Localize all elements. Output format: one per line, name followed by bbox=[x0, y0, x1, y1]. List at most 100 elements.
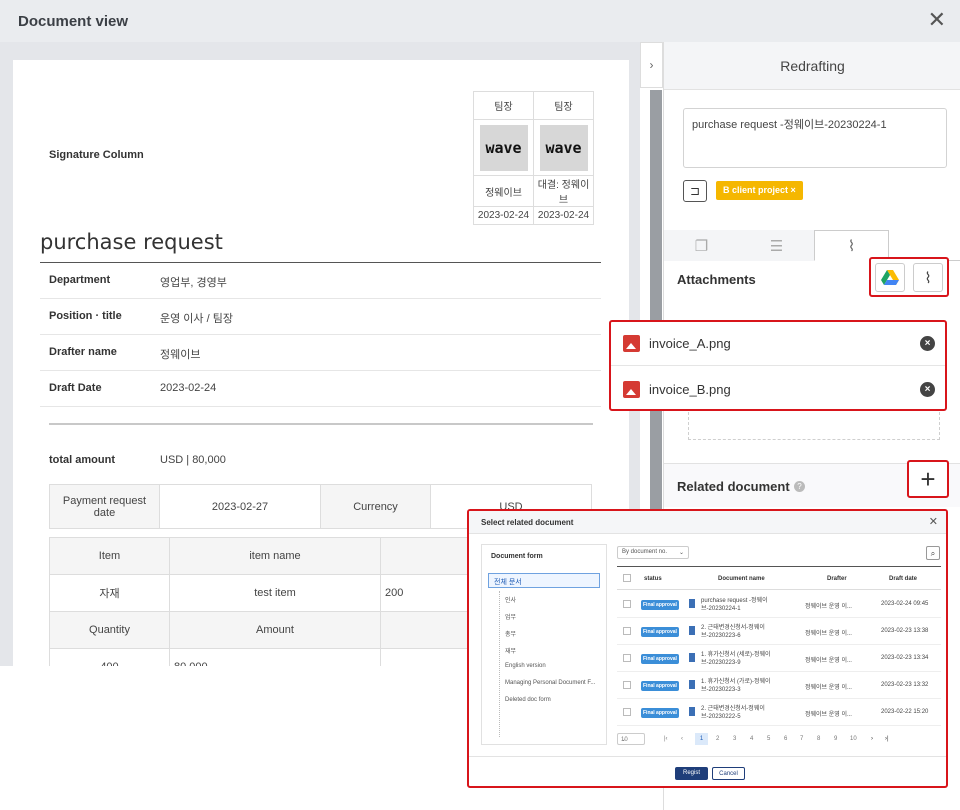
subject-input[interactable]: purchase request -정웨이브-20230224-1 bbox=[683, 108, 947, 168]
close-icon[interactable]: ✕ bbox=[929, 515, 938, 528]
page-2[interactable]: 2 bbox=[716, 736, 719, 742]
attachment-item[interactable]: invoice_A.png × bbox=[611, 322, 945, 366]
row-checkbox[interactable] bbox=[623, 708, 631, 716]
help-icon[interactable]: ? bbox=[794, 481, 805, 492]
prev-page-icon[interactable]: ‹ bbox=[681, 736, 683, 742]
tree-item[interactable]: English version bbox=[505, 663, 546, 669]
tree-item[interactable]: Managing Personal Document F... bbox=[505, 680, 595, 686]
col-header: Item bbox=[49, 537, 170, 575]
tree-item[interactable]: 재무 bbox=[505, 646, 516, 655]
field-label: Position · title bbox=[49, 310, 122, 322]
col-status[interactable]: status bbox=[644, 576, 662, 582]
page-1[interactable]: 1 bbox=[695, 733, 708, 745]
sig-name: 정웨이브 bbox=[473, 175, 534, 207]
field-value: 정웨이브 bbox=[160, 349, 201, 361]
cell: 자재 bbox=[49, 574, 170, 612]
document-icon[interactable]: ❐ bbox=[664, 230, 739, 261]
table-row[interactable]: Final approval 1. 휴가신청서 (세로)-정웨이브-2023022… bbox=[617, 645, 941, 672]
row-checkbox[interactable] bbox=[623, 600, 631, 608]
attachments-title: Attachments bbox=[677, 272, 756, 287]
window-title: Document view bbox=[18, 12, 129, 30]
col-drafter[interactable]: Drafter bbox=[827, 576, 847, 582]
field-label: total amount bbox=[49, 454, 115, 466]
tag-chip[interactable]: B client project × bbox=[716, 181, 803, 200]
tree-item[interactable]: Deleted doc form bbox=[505, 697, 551, 703]
regist-button[interactable]: Regist bbox=[675, 767, 708, 780]
select-related-document-modal: Select related document ✕ Document form … bbox=[467, 509, 948, 788]
next-page-icon[interactable]: › bbox=[871, 736, 873, 742]
search-type-select[interactable]: By document no. ⌄ bbox=[617, 546, 689, 559]
status-badge: Final approval bbox=[641, 627, 679, 637]
field-row: Draft Date 2023-02-24 bbox=[40, 371, 601, 407]
row-checkbox[interactable] bbox=[623, 681, 631, 689]
cell: test item bbox=[169, 574, 381, 612]
field-value: USD | 80,000 bbox=[160, 454, 226, 466]
remove-icon[interactable]: × bbox=[920, 336, 935, 351]
col-document-name[interactable]: Document name bbox=[718, 576, 765, 582]
sig-date: 2023-02-24 bbox=[473, 206, 534, 225]
table-row[interactable]: Final approval purchase request -정웨이브-202… bbox=[617, 591, 941, 618]
document-icon bbox=[689, 707, 695, 716]
drafter: 정웨이브 운영 이... bbox=[805, 604, 852, 610]
page-3[interactable]: 3 bbox=[733, 736, 736, 742]
modal-footer: Regist Cancel bbox=[469, 756, 946, 786]
page-6[interactable]: 6 bbox=[784, 736, 787, 742]
select-all-checkbox[interactable] bbox=[623, 574, 631, 582]
document-icon bbox=[689, 680, 695, 689]
page-7[interactable]: 7 bbox=[800, 736, 803, 742]
image-file-icon bbox=[623, 380, 640, 398]
field-value: 2023-02-24 bbox=[160, 382, 217, 394]
field-value: 영업부, 경영부 bbox=[160, 277, 227, 289]
tree-item-all[interactable]: 전체 문서 bbox=[488, 573, 600, 588]
add-related-document-button[interactable]: + bbox=[907, 460, 949, 498]
document-name: 1. 휴가신청서 (가로)-정웨이브-20230223-3 bbox=[701, 679, 771, 693]
table-row[interactable]: Final approval 2. 근태변경신청서-정웨이브-20230223-6… bbox=[617, 618, 941, 645]
drafter: 정웨이브 운영 이... bbox=[805, 631, 852, 637]
page-4[interactable]: 4 bbox=[750, 736, 753, 742]
close-icon[interactable]: ✕ bbox=[928, 9, 946, 31]
tree-item[interactable]: 업무 bbox=[505, 612, 516, 621]
search-icon[interactable]: ⌕ bbox=[926, 546, 940, 560]
select-value: By document no. bbox=[622, 549, 668, 555]
drafter: 정웨이브 운영 이... bbox=[805, 712, 852, 718]
col-draft-date[interactable]: Draft date bbox=[889, 576, 917, 582]
page-size-value: 10 bbox=[621, 737, 628, 743]
last-page-icon[interactable]: ›| bbox=[885, 736, 889, 742]
modal-header: Select related document ✕ bbox=[469, 511, 946, 534]
table-row[interactable]: Final approval 2. 근태변경신청서-정웨이브-20230222-5… bbox=[617, 699, 941, 726]
file-name: invoice_B.png bbox=[649, 381, 731, 397]
attach-buttons-highlight: ⌇ bbox=[869, 257, 949, 297]
page-9[interactable]: 9 bbox=[834, 736, 837, 742]
field-row: Position · title 운영 이사 / 팀장 bbox=[40, 299, 601, 335]
document-icon bbox=[689, 599, 695, 608]
google-drive-icon[interactable] bbox=[875, 263, 905, 292]
attachment-item[interactable]: invoice_B.png × bbox=[611, 367, 945, 411]
first-page-icon[interactable]: |‹ bbox=[664, 736, 668, 742]
tree-item[interactable]: 인사 bbox=[505, 595, 516, 604]
table-header: status Document name Drafter Draft date bbox=[617, 566, 941, 590]
table-row[interactable]: Final approval 1. 휴가신청서 (가로)-정웨이브-2023022… bbox=[617, 672, 941, 699]
tree-line bbox=[499, 591, 500, 737]
remove-icon[interactable]: × bbox=[920, 381, 935, 397]
cancel-button[interactable]: Cancel bbox=[712, 767, 745, 780]
row-checkbox[interactable] bbox=[623, 654, 631, 662]
sig-role: 팀장 bbox=[473, 91, 534, 120]
tree-item[interactable]: 총무 bbox=[505, 629, 516, 638]
payment-date: 2023-02-27 bbox=[159, 484, 321, 529]
document-title: purchase request bbox=[40, 230, 223, 254]
tree-title: Document form bbox=[491, 553, 543, 560]
comment-icon[interactable]: ☰ bbox=[739, 230, 814, 261]
signature-stamp: wave bbox=[479, 124, 528, 171]
draft-date: 2023-02-22 15:20 bbox=[881, 709, 929, 715]
page-size-select[interactable]: 10 ⌄ bbox=[617, 733, 645, 745]
page-8[interactable]: 8 bbox=[817, 736, 820, 742]
signature-label: Signature Column bbox=[49, 149, 144, 161]
paperclip-icon[interactable]: ⌇ bbox=[913, 263, 943, 292]
field-label: Department bbox=[49, 274, 111, 286]
page-10[interactable]: 10 bbox=[850, 736, 857, 742]
col-header: Quantity bbox=[49, 611, 170, 649]
chevron-right-icon[interactable]: › bbox=[640, 42, 663, 88]
row-checkbox[interactable] bbox=[623, 627, 631, 635]
tag-icon[interactable]: ⊐ bbox=[683, 180, 707, 202]
page-5[interactable]: 5 bbox=[767, 736, 770, 742]
